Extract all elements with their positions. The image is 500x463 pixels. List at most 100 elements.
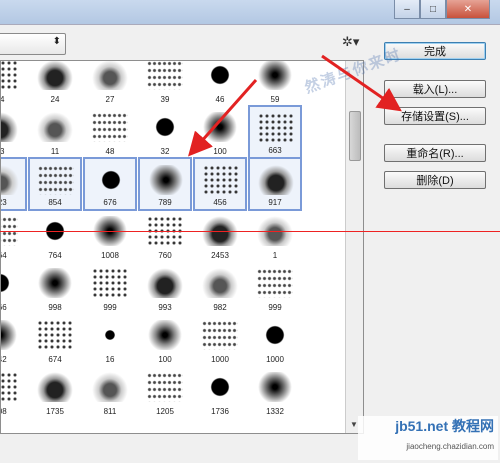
brush-preset-cell[interactable]: 663	[248, 105, 302, 159]
brush-preview	[1, 61, 18, 90]
brush-preset-cell[interactable]: 24	[28, 61, 82, 107]
brush-preset-cell[interactable]: 100	[193, 105, 247, 159]
brush-preset-cell[interactable]: 982	[193, 261, 247, 315]
brush-preview	[92, 268, 128, 298]
brush-preview	[147, 320, 183, 350]
watermark-site-url: jiaocheng.chazidian.com	[406, 442, 494, 451]
brush-preset-cell[interactable]: 1332	[248, 365, 302, 419]
brush-preset-cell[interactable]: 789	[138, 157, 192, 211]
maximize-button[interactable]: □	[420, 0, 446, 19]
brush-preview	[37, 112, 73, 142]
brush-preset-cell[interactable]: 11	[28, 105, 82, 159]
save-settings-button[interactable]: 存储设置(S)...	[384, 107, 486, 125]
brush-size-label: 1205	[156, 407, 174, 416]
brush-preset-cell[interactable]: 854	[28, 157, 82, 211]
brush-view-dropdown[interactable]: ⬍	[0, 33, 66, 55]
brush-preview	[92, 320, 128, 350]
brush-preview	[92, 372, 128, 402]
brush-preset-cell[interactable]: 46	[193, 61, 247, 107]
brush-preset-cell[interactable]: 1736	[193, 365, 247, 419]
brush-size-label: 1	[272, 251, 278, 260]
brush-preset-cell[interactable]: 1000	[193, 313, 247, 367]
brush-size-label: 100	[158, 355, 172, 364]
brush-preset-cell[interactable]: 1	[248, 209, 302, 263]
brush-size-label: 27	[105, 95, 115, 104]
site-watermark: jb51.net 教程网 jiaocheng.chazidian.com	[358, 416, 498, 460]
brush-preset-cell[interactable]: 623	[1, 157, 27, 211]
brush-size-label: 766	[1, 303, 7, 312]
brush-preset-cell[interactable]: 811	[83, 365, 137, 419]
brush-preset-cell[interactable]: 764	[28, 209, 82, 263]
load-button[interactable]: 载入(L)...	[384, 80, 486, 98]
brush-preset-cell[interactable]: 1008	[83, 209, 137, 263]
brush-preset-cell[interactable]: 508	[1, 365, 27, 419]
watermark-site-name: jb51.net 教程网	[395, 418, 494, 434]
brush-size-label: 854	[48, 198, 62, 207]
brush-preview	[1, 372, 18, 402]
brush-preset-cell[interactable]: 32	[138, 105, 192, 159]
brush-preset-cell[interactable]: 917	[248, 157, 302, 211]
brush-size-label: 2453	[211, 251, 229, 260]
brush-preview	[37, 268, 73, 298]
brush-preset-cell[interactable]: 14	[1, 61, 27, 107]
brush-preset-cell[interactable]: 676	[83, 157, 137, 211]
brush-preview	[147, 372, 183, 402]
brush-preset-cell[interactable]: 942	[1, 313, 27, 367]
brush-size-label: 39	[160, 95, 170, 104]
brush-preview	[38, 165, 74, 195]
brush-preset-cell[interactable]: 674	[28, 313, 82, 367]
brush-preset-cell[interactable]: 2453	[193, 209, 247, 263]
brush-preset-cell[interactable]: 766	[1, 261, 27, 315]
brush-preview	[92, 61, 128, 90]
brush-preview	[202, 112, 238, 142]
close-button[interactable]: ✕	[446, 0, 490, 19]
title-bar: – □ ✕	[0, 0, 500, 24]
brush-preset-cell[interactable]: 48	[83, 105, 137, 159]
annotation-red-line	[0, 231, 500, 232]
chevron-down-icon: ⬍	[52, 36, 61, 47]
brush-preview	[148, 165, 184, 195]
brush-preset-cell[interactable]: 760	[138, 209, 192, 263]
brush-preset-cell[interactable]: 59	[248, 61, 302, 107]
brush-preset-cell[interactable]: 23	[0, 105, 27, 159]
brush-preset-cell[interactable]: 27	[83, 61, 137, 107]
brush-size-label: 998	[48, 303, 62, 312]
brush-preview	[147, 61, 183, 90]
brush-size-label: 1008	[101, 251, 119, 260]
brush-preset-cell[interactable]: 993	[138, 261, 192, 315]
scroll-down-arrow-icon[interactable]: ▼	[350, 420, 358, 429]
brush-preset-cell[interactable]: 1735	[28, 365, 82, 419]
brush-size-label: 16	[105, 355, 115, 364]
brush-preview	[1, 268, 18, 298]
brush-preset-cell[interactable]: 456	[193, 157, 247, 211]
minimize-button[interactable]: –	[394, 0, 420, 19]
brush-preview	[203, 165, 239, 195]
rename-button[interactable]: 重命名(R)...	[384, 144, 486, 162]
brush-size-label: 811	[103, 407, 117, 416]
brush-preset-cell[interactable]: 39	[138, 61, 192, 107]
brush-preview	[202, 320, 238, 350]
brush-preview	[202, 372, 238, 402]
brush-preset-cell[interactable]: 1205	[138, 365, 192, 419]
brush-preset-cell[interactable]: 100	[138, 313, 192, 367]
brush-preview	[258, 113, 294, 143]
brush-preset-cell[interactable]: 998	[28, 261, 82, 315]
brush-size-label: 623	[1, 198, 7, 207]
vertical-scrollbar[interactable]: ▼	[345, 61, 363, 433]
brush-size-label: 942	[1, 355, 7, 364]
brush-preview	[1, 165, 19, 195]
brush-preview	[92, 112, 128, 142]
delete-button[interactable]: 删除(D)	[384, 171, 486, 189]
brush-preset-cell[interactable]: 764	[1, 209, 27, 263]
brush-size-label: 23	[0, 147, 5, 156]
brush-size-label: 760	[158, 251, 172, 260]
brush-preset-cell[interactable]: 999	[83, 261, 137, 315]
brush-preset-cell[interactable]: 999	[248, 261, 302, 315]
brush-size-label: 11	[50, 147, 60, 156]
brush-preview	[202, 61, 238, 90]
brush-preset-cell[interactable]: 16	[83, 313, 137, 367]
brush-size-label: 24	[50, 95, 60, 104]
gear-icon[interactable]: ✲▾	[342, 34, 359, 50]
brush-preset-cell[interactable]: 1000	[248, 313, 302, 367]
scroll-thumb[interactable]	[349, 111, 361, 161]
